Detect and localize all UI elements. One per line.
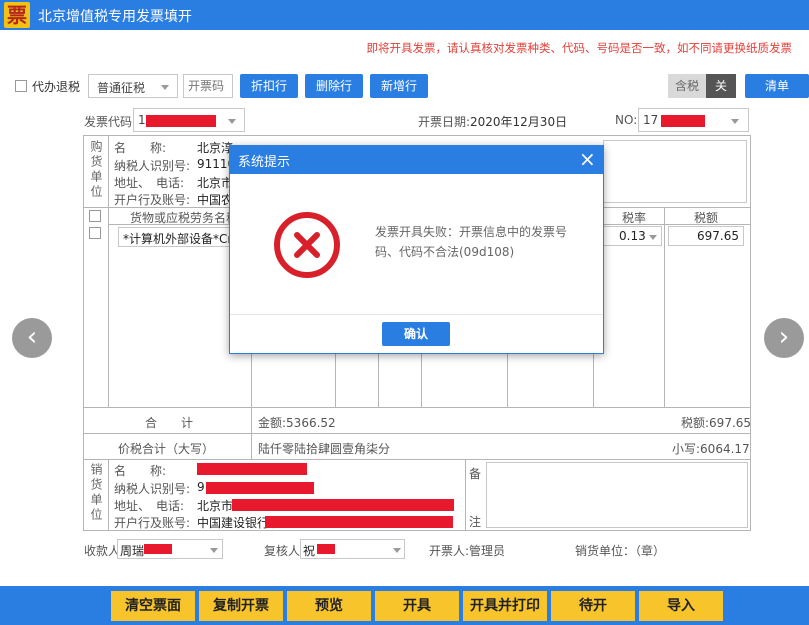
invoice-date-value: 2020年12月30日 <box>470 115 568 129</box>
seller-name-label: 名 称: <box>114 464 167 478</box>
total-amount: 金额:5366.52 <box>258 416 336 430</box>
chevron-down-icon <box>210 548 218 553</box>
item-name-value: *计算机外部设备*Cro <box>123 232 240 246</box>
reviewer-value: 祝 <box>303 544 316 558</box>
chevron-down-icon <box>393 548 401 553</box>
copy-invoice-button[interactable]: 复制开票 <box>199 591 283 621</box>
pending-button[interactable]: 待开 <box>551 591 635 621</box>
item-row-checkbox[interactable] <box>89 227 101 239</box>
clear-invoice-button[interactable]: 清空票面 <box>111 591 195 621</box>
seller-side-label: 销货单位 <box>89 463 103 523</box>
invoice-code-field[interactable]: 1 <box>133 108 245 132</box>
buyer-bank-value[interactable]: 中国农 <box>197 191 233 208</box>
invoice-logo-icon: 票 <box>4 2 30 28</box>
error-icon <box>272 210 342 280</box>
chevron-down-icon <box>161 85 169 90</box>
reviewer-label: 复核人: <box>264 544 305 558</box>
item-rate-select[interactable]: 0.13 <box>598 226 662 246</box>
import-button[interactable]: 导入 <box>639 591 723 621</box>
redaction-mark <box>317 544 335 554</box>
tax-included-toggle-label[interactable]: 含税 <box>668 74 706 98</box>
redaction-mark <box>232 499 454 511</box>
invoice-no-label: NO: <box>615 113 638 127</box>
proxy-refund-checkbox[interactable] <box>15 80 27 92</box>
total-label: 合 计 <box>145 416 194 430</box>
item-tax-field[interactable]: 697.65 <box>668 226 744 246</box>
invoice-code-value: 1 <box>138 113 146 127</box>
chevron-down-icon <box>731 119 739 124</box>
seller-unit-label: 销货单位：（章） <box>575 544 666 558</box>
seller-taxid-label: 纳税人识别号: <box>114 482 191 496</box>
invoice-code-input[interactable] <box>183 74 233 98</box>
tax-type-select[interactable]: 普通征税 <box>88 74 178 98</box>
seller-address-label: 地址、 电话: <box>114 499 185 513</box>
invoice-no-value: 17 <box>643 113 659 127</box>
total-tax: 税额:697.65 <box>681 416 752 430</box>
preview-button[interactable]: 预览 <box>287 591 371 621</box>
tax-type-value: 普通征税 <box>97 81 146 95</box>
buyer-bank-label: 开户行及账号: <box>114 193 191 207</box>
redaction-mark <box>146 115 216 127</box>
title-bar: 票 北京增值税专用发票填开 <box>0 0 809 30</box>
remark-label: 备 <box>469 467 482 481</box>
redaction-mark <box>206 482 314 494</box>
invoice-no-field[interactable]: 17 <box>638 108 749 132</box>
seller-address-value[interactable]: 北京市 <box>197 497 233 514</box>
dialog-message: 发票开具失败：开票信息中的发票号码、代码不合法(09d108) <box>375 225 568 259</box>
dialog-header: 系统提示 × <box>230 146 603 174</box>
proxy-refund-label: 代办退税 <box>32 80 81 94</box>
clear-list-button[interactable]: 清单 <box>745 74 809 98</box>
buyer-side-label: 购货单位 <box>89 140 103 200</box>
previous-arrow-icon[interactable]: ‹ <box>12 318 52 358</box>
issue-button[interactable]: 开具 <box>375 591 459 621</box>
redaction-mark <box>265 516 453 528</box>
buyer-name-value[interactable]: 北京淳 <box>197 139 233 156</box>
grand-total-label: 价税合计（大写） <box>118 442 215 456</box>
close-icon[interactable]: × <box>579 147 596 171</box>
discount-row-button[interactable]: 折扣行 <box>240 74 298 98</box>
tax-included-toggle[interactable]: 关 <box>706 74 736 98</box>
buyer-password-area[interactable] <box>603 140 747 203</box>
item-rate-value: 0.13 <box>619 229 646 243</box>
grand-total-words: 陆仟零陆拾肆圆壹角柒分 <box>258 442 391 456</box>
grand-total-figure: 小写:6064.17 <box>672 442 750 456</box>
chevron-down-icon <box>228 119 236 124</box>
buyer-address-label: 地址、 电话: <box>114 176 185 190</box>
invoice-date-label: 开票日期: <box>418 115 471 129</box>
item-select-all-checkbox[interactable] <box>89 210 101 222</box>
drawer-label: 开票人:管理员 <box>429 544 506 558</box>
seller-bank-label: 开户行及账号: <box>114 516 191 530</box>
delete-row-button[interactable]: 删除行 <box>305 74 363 98</box>
redaction-mark <box>144 544 172 554</box>
seller-taxid-value[interactable]: 9 <box>197 480 205 494</box>
issue-and-print-button[interactable]: 开具并打印 <box>463 591 547 621</box>
chevron-down-icon <box>649 235 657 240</box>
reviewer-select[interactable]: 祝 <box>300 539 405 559</box>
dialog-title: 系统提示 <box>238 155 291 170</box>
window-title: 北京增值税专用发票填开 <box>38 9 192 25</box>
redaction-mark <box>661 115 705 127</box>
payee-select[interactable]: 周瑞 <box>117 539 223 559</box>
redaction-mark <box>197 463 307 475</box>
add-row-button[interactable]: 新增行 <box>370 74 428 98</box>
remark-area[interactable] <box>486 462 748 528</box>
error-dialog: 系统提示 × 发票开具失败：开票信息中的发票号码、代码不合法(09d108) 确… <box>229 145 604 354</box>
confirm-button[interactable]: 确认 <box>382 322 450 346</box>
buyer-address-value[interactable]: 北京市 <box>197 174 233 191</box>
remark-label-2: 注 <box>469 515 482 529</box>
buyer-name-label: 名 称: <box>114 141 167 155</box>
notice-text: 即将开具发票，请认真核对发票种类、代码、号码是否一致，如不同请更换纸质发票 <box>366 41 793 55</box>
next-arrow-icon[interactable]: › <box>764 318 804 358</box>
invoice-code-label: 发票代码: <box>84 115 137 129</box>
payee-value: 周瑞 <box>120 544 145 558</box>
buyer-taxid-label: 纳税人识别号: <box>114 159 191 173</box>
